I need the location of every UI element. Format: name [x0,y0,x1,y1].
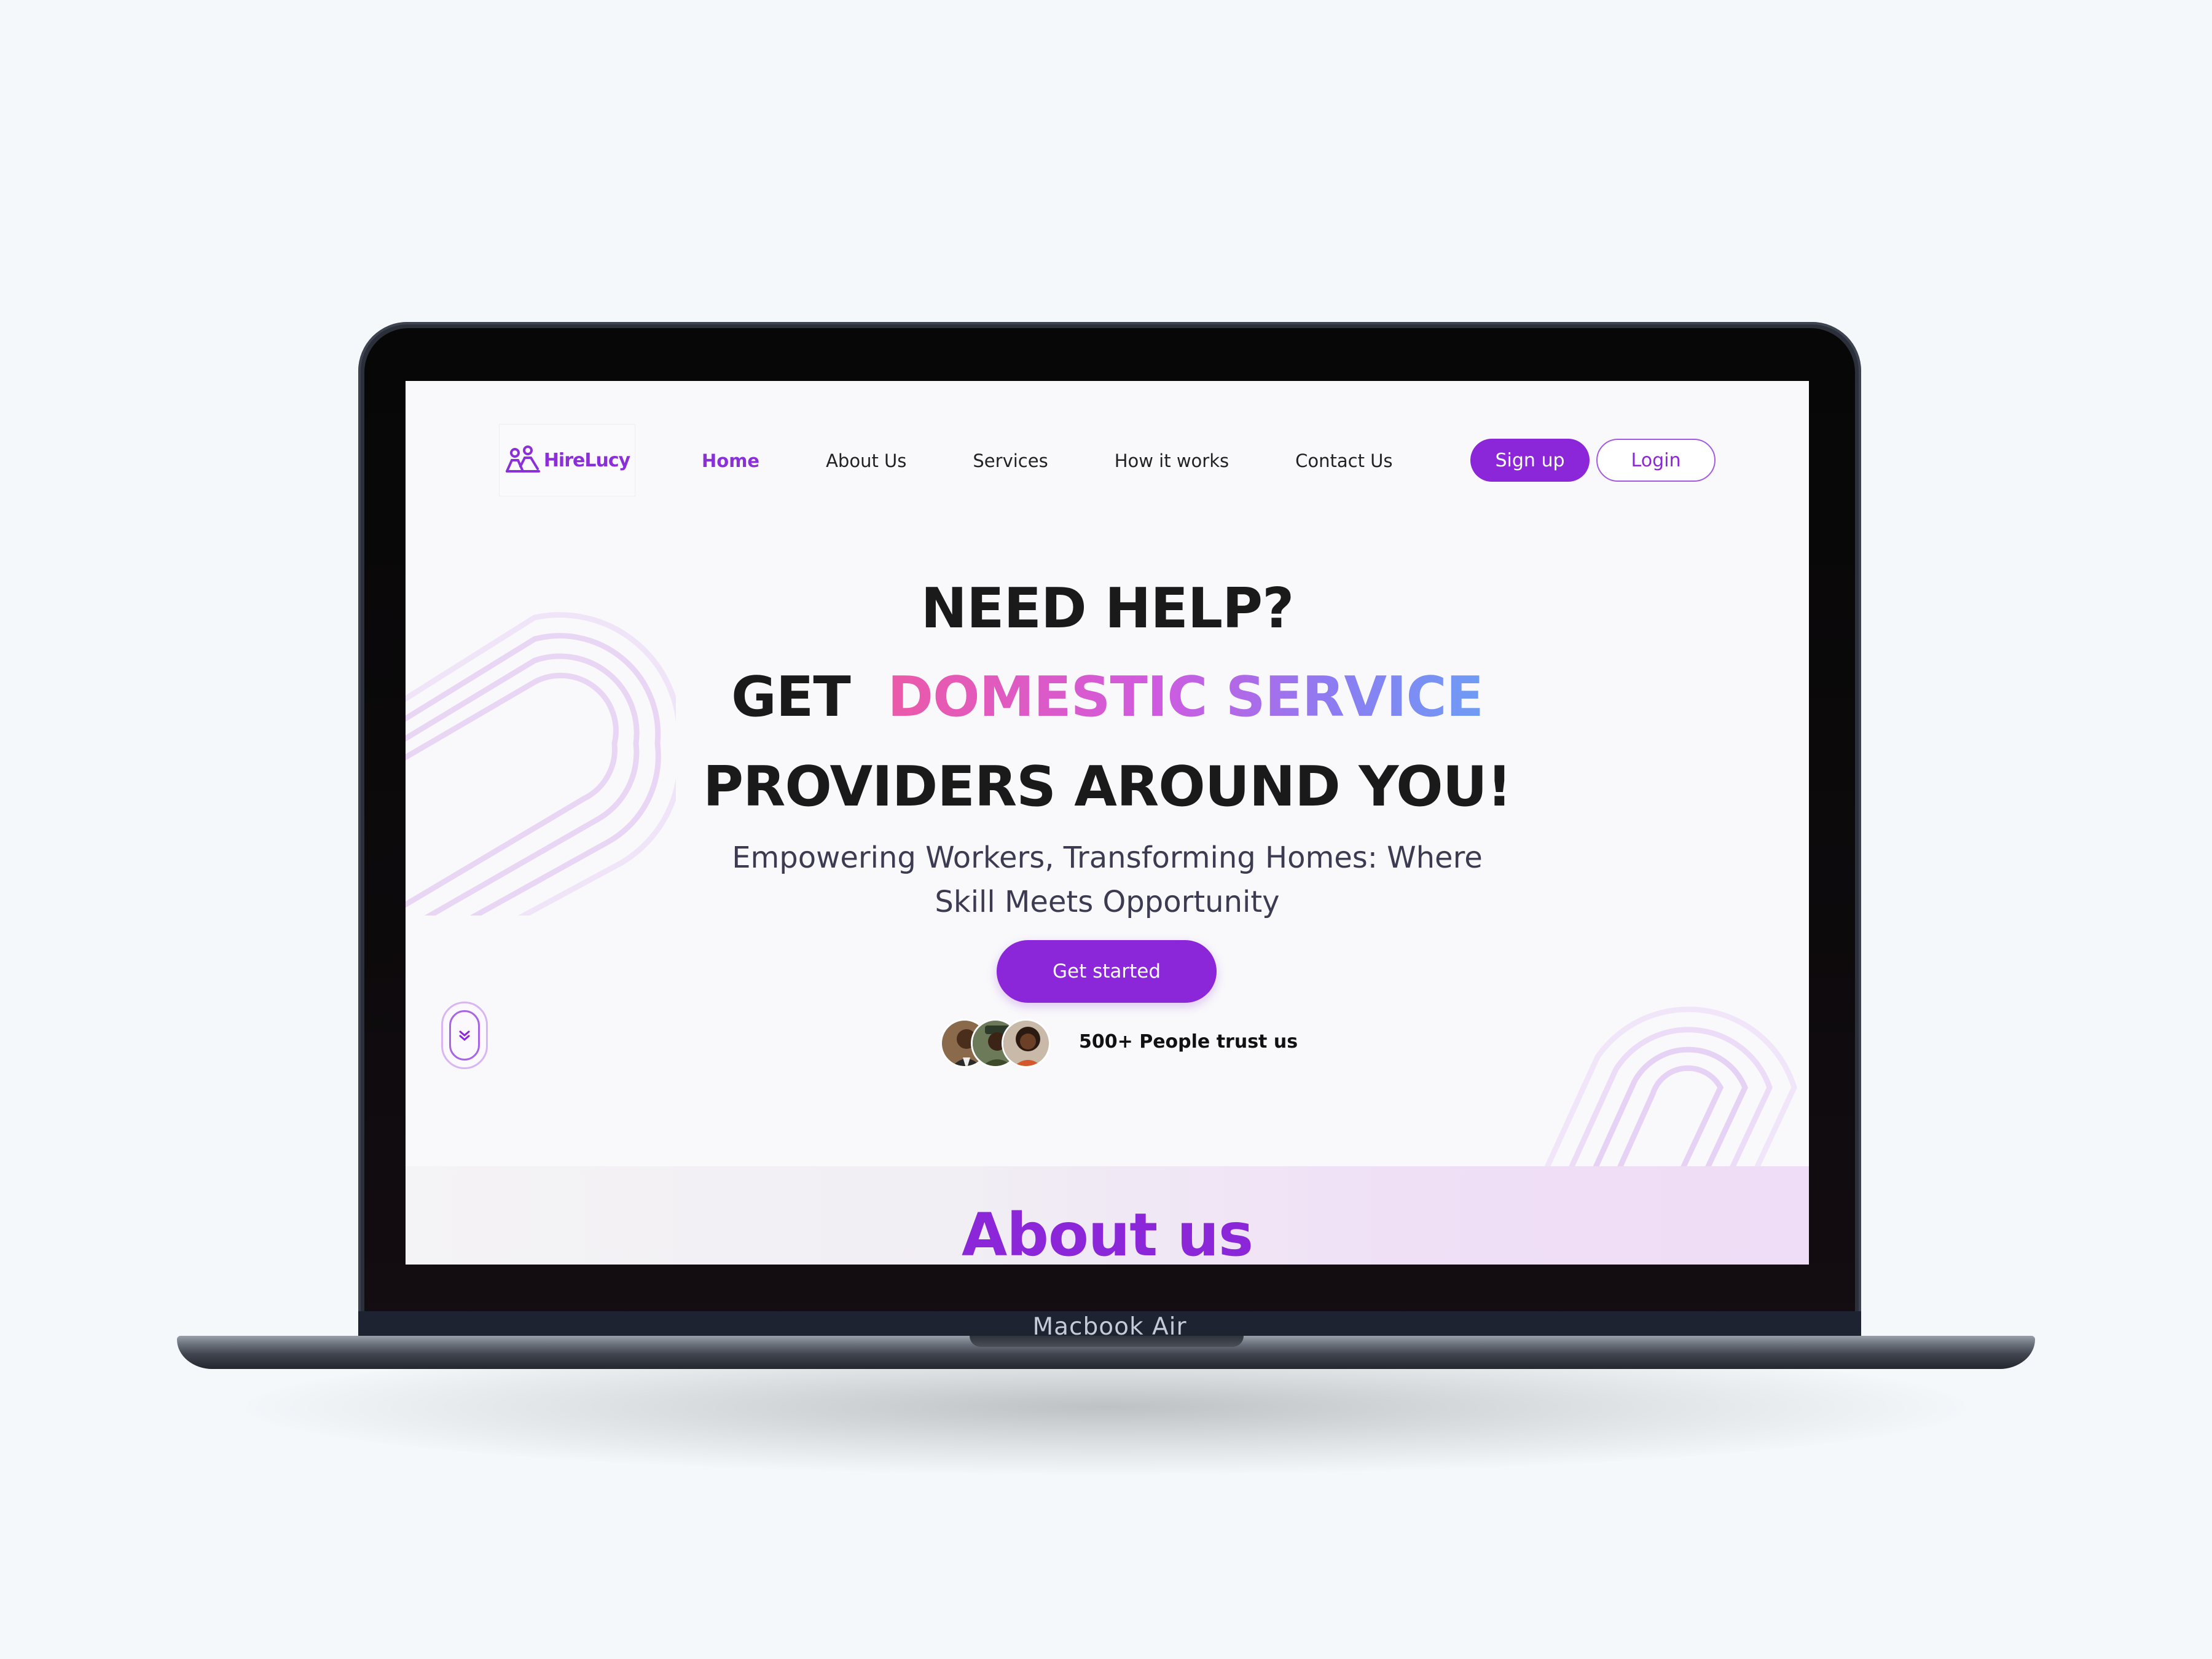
hero-headline-highlight: DOMESTIC SERVICE [887,665,1484,729]
laptop-notch [970,1336,1244,1347]
signup-button[interactable]: Sign up [1470,439,1590,482]
people-icon [505,445,540,473]
hero-headline-line-3: PROVIDERS AROUND YOU! [703,755,1512,819]
avatar [1002,1019,1051,1068]
hero-headline-line-2: GET DOMESTIC SERVICE [406,665,1809,729]
trust-text: 500+ People trust us [1079,1031,1298,1053]
scroll-down-button[interactable] [441,1002,488,1069]
about-section: About us [406,1166,1809,1265]
hero-headline-prefix: GET [731,665,851,729]
main-nav: Home About Us Services How it works Cont… [702,446,1459,476]
nav-home[interactable]: Home [702,450,759,471]
nav-services[interactable]: Services [973,450,1048,471]
login-button[interactable]: Login [1596,439,1716,482]
chevron-double-down-icon [449,1010,480,1061]
hero-subtitle: Empowering Workers, Transforming Homes: … [732,841,1483,919]
website-screen: HireLucy Home About Us Services How it w… [406,381,1809,1265]
nav-about-us[interactable]: About Us [826,450,906,471]
brand-name: HireLucy [543,449,630,471]
get-started-button[interactable]: Get started [997,940,1217,1003]
hero-headline-line-1: NEED HELP? [920,576,1295,641]
nav-how-it-works[interactable]: How it works [1115,450,1229,471]
about-title: About us [961,1201,1253,1265]
nav-contact-us[interactable]: Contact Us [1295,450,1392,471]
trust-avatars [940,1019,1051,1070]
brand-logo[interactable]: HireLucy [499,424,635,496]
